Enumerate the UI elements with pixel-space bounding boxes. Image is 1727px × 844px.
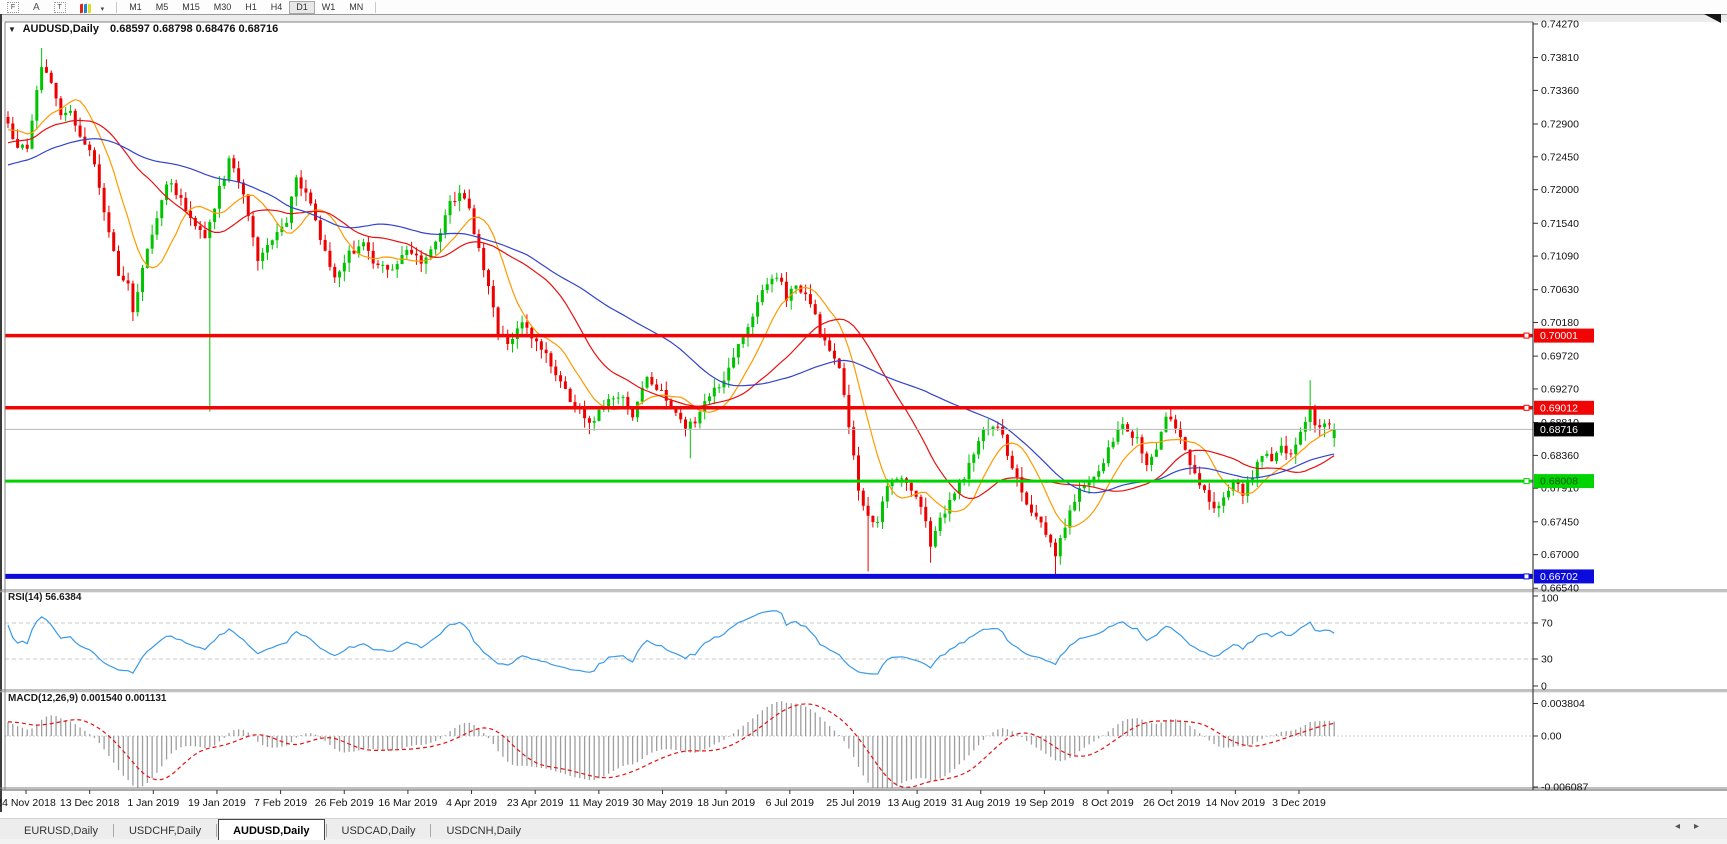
date-tick-label: 13 Aug 2019: [888, 797, 947, 809]
timeframe-mn-button[interactable]: MN: [342, 1, 370, 14]
svg-text:30: 30: [1541, 654, 1553, 666]
tab-eurusd[interactable]: EURUSD,Daily: [10, 822, 112, 840]
dropdown-caret-icon[interactable]: ▾: [101, 2, 105, 13]
top-toolbar: F A T ▾ M1 M5 M15 M30 H1 H4 D1 W1 MN: [0, 0, 1727, 15]
date-tick-label: 14 Nov 2019: [1206, 797, 1266, 809]
svg-text:0.73360: 0.73360: [1541, 85, 1579, 97]
tab-usdchf[interactable]: USDCHF,Daily: [115, 822, 215, 840]
svg-text:0.69720: 0.69720: [1541, 351, 1579, 363]
date-tick-label: 19 Sep 2019: [1015, 797, 1075, 809]
date-tick-label: 4 Apr 2019: [446, 797, 497, 809]
date-tick-label: 26 Feb 2019: [315, 797, 374, 809]
svg-text:70: 70: [1541, 618, 1553, 630]
cursor-arrow-icon[interactable]: A: [33, 2, 40, 13]
svg-text:0.73810: 0.73810: [1541, 52, 1579, 64]
symbol-period-label: AUDUSD,Daily: [22, 23, 99, 35]
chart-shift-marker-icon[interactable]: [1704, 14, 1721, 23]
tab-separator: [325, 824, 327, 837]
hline-handle[interactable]: [1523, 478, 1530, 485]
timeframe-h4-button[interactable]: H4: [264, 1, 290, 14]
tab-separator: [430, 824, 432, 837]
toolbar-separator: [375, 1, 377, 13]
hline-price-label: 0.66702: [1534, 569, 1594, 584]
tab-usdcad[interactable]: USDCAD,Daily: [328, 822, 430, 840]
timeframe-m5-button[interactable]: M5: [149, 1, 176, 14]
svg-text:0.68360: 0.68360: [1541, 450, 1579, 462]
date-tick-label: 25 Jul 2019: [826, 797, 880, 809]
tab-scroll-left-icon[interactable]: ◂: [1675, 821, 1694, 832]
date-tick-label: 16 Mar 2019: [378, 797, 437, 809]
date-tick-label: 13 Dec 2018: [60, 797, 120, 809]
svg-text:0.69012: 0.69012: [1540, 402, 1578, 414]
svg-text:0.70001: 0.70001: [1540, 330, 1578, 342]
indicators-grid-icon[interactable]: F: [7, 1, 19, 13]
svg-text:0.00: 0.00: [1541, 731, 1562, 743]
ohlc-values: 0.68597 0.68798 0.68476 0.68716: [110, 23, 279, 35]
date-tick-label: 7 Feb 2019: [254, 797, 307, 809]
svg-text:0.71090: 0.71090: [1541, 251, 1579, 263]
svg-text:100: 100: [1541, 593, 1559, 605]
svg-text:-0.006087: -0.006087: [1541, 782, 1588, 794]
svg-text:0.71540: 0.71540: [1541, 218, 1579, 230]
tab-scroll-arrows: ◂▸: [1675, 821, 1713, 832]
svg-text:0.68008: 0.68008: [1540, 476, 1578, 488]
chart-surface[interactable]: 0.74270 0.73810 0.73360 0.72900 0.72450 0.720…: [0, 14, 1727, 812]
date-tick-label: 8 Oct 2019: [1082, 797, 1134, 809]
svg-text:0.69270: 0.69270: [1541, 383, 1579, 395]
colors-crayons-icon[interactable]: [79, 2, 92, 13]
date-tick-label: 3 Dec 2019: [1272, 797, 1326, 809]
chart-tab-bar: EURUSD,Daily USDCHF,Daily AUDUSD,Daily USDC…: [0, 818, 1727, 840]
svg-text:0.70180: 0.70180: [1541, 317, 1579, 329]
timeframe-w1-button[interactable]: W1: [315, 1, 343, 14]
toolbar-separator: [116, 1, 118, 13]
date-tick-label: 6 Jul 2019: [766, 797, 815, 809]
date-tick-label: 11 May 2019: [569, 797, 629, 809]
svg-text:0.66702: 0.66702: [1540, 571, 1578, 583]
date-tick-label: 26 Oct 2019: [1143, 797, 1200, 809]
current-price-label: 0.68716: [1534, 422, 1594, 437]
svg-text:0.003804: 0.003804: [1541, 698, 1585, 710]
svg-text:0.67000: 0.67000: [1541, 549, 1579, 561]
hline-price-label: 0.68008: [1534, 474, 1594, 489]
date-tick-label: 18 Jun 2019: [697, 797, 755, 809]
chart-tab-strip: EURUSD,Daily USDCHF,Daily AUDUSD,Daily USDC…: [0, 812, 1727, 844]
svg-text:0: 0: [1541, 681, 1547, 693]
rsi-indicator-label: RSI(14) 56.6384: [8, 592, 82, 603]
timeframe-h1-button[interactable]: H1: [238, 1, 264, 14]
timeframe-m30-button[interactable]: M30: [207, 1, 239, 14]
date-tick-label: 31 Aug 2019: [951, 797, 1010, 809]
text-tool-icon[interactable]: T: [53, 1, 66, 13]
svg-text:0.67450: 0.67450: [1541, 516, 1579, 528]
svg-text:0.72900: 0.72900: [1541, 118, 1579, 130]
svg-text:0.70630: 0.70630: [1541, 284, 1579, 296]
timeframe-d1-button[interactable]: D1: [289, 0, 315, 14]
timeframe-m1-button[interactable]: M1: [122, 1, 149, 14]
hline-price-label: 0.69012: [1534, 400, 1594, 415]
macd-indicator-label: MACD(12,26,9) 0.001540 0.001131: [8, 693, 167, 704]
date-tick-label: 23 Apr 2019: [507, 797, 564, 809]
tab-usdcnh[interactable]: USDCNH,Daily: [432, 822, 535, 840]
tab-scroll-right-icon[interactable]: ▸: [1694, 821, 1713, 832]
date-tick-label: 30 May 2019: [632, 797, 693, 809]
timeframe-button-group: M1 M5 M15 M30 H1 H4 D1 W1 MN: [122, 0, 370, 14]
hline-handle[interactable]: [1523, 332, 1530, 339]
svg-text:0.72000: 0.72000: [1541, 184, 1579, 196]
svg-text:0.72450: 0.72450: [1541, 151, 1579, 163]
tab-separator: [216, 824, 218, 837]
date-tick-label: 19 Jan 2019: [188, 797, 246, 809]
timeframe-m15-button[interactable]: M15: [175, 1, 207, 14]
hline-handle[interactable]: [1523, 404, 1530, 411]
svg-text:0.74270: 0.74270: [1541, 18, 1579, 30]
tab-audusd[interactable]: AUDUSD,Daily: [218, 819, 325, 840]
hline-price-label: 0.70001: [1534, 328, 1594, 343]
mt4-window: F A T ▾ M1 M5 M15 M30 H1 H4 D1 W1 MN 0.74270 0.73…: [0, 0, 1727, 844]
tab-separator: [112, 824, 114, 837]
hline-handle[interactable]: [1523, 573, 1530, 580]
date-tick-label: 24 Nov 2018: [0, 797, 56, 809]
svg-text:0.68716: 0.68716: [1540, 424, 1578, 436]
chart-title: ▼ AUDUSD,Daily 0.68597 0.68798 0.68476 0…: [8, 23, 278, 35]
collapse-triangle-icon[interactable]: ▼: [8, 25, 16, 34]
date-tick-label: 1 Jan 2019: [127, 797, 179, 809]
